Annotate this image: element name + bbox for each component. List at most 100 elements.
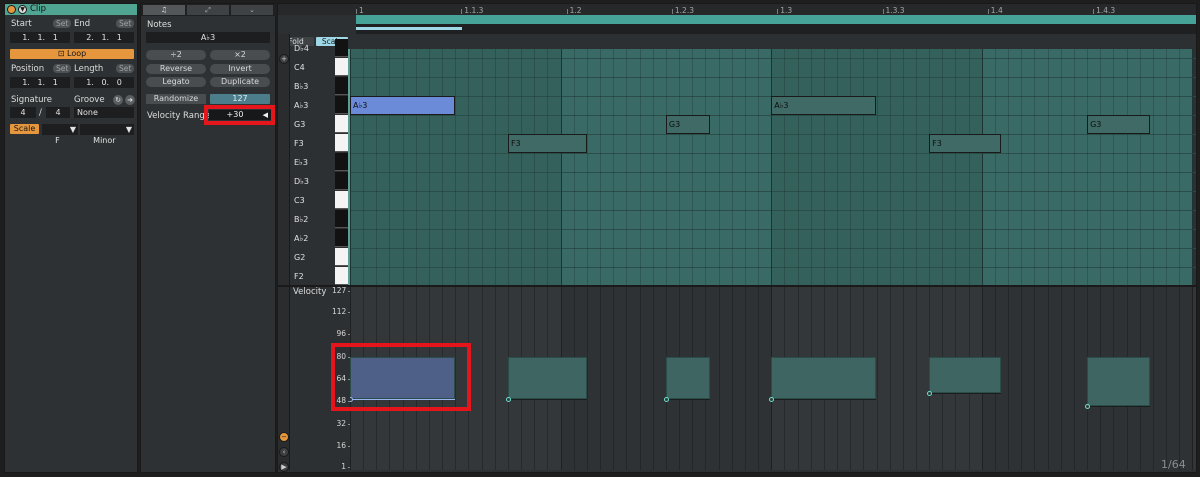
groove-hot-swap-icon[interactable]: ↻ — [113, 95, 123, 105]
velocity-lane[interactable] — [350, 287, 1196, 470]
invert-button[interactable]: Invert — [210, 64, 270, 74]
piano-key[interactable] — [335, 191, 348, 209]
piano-key[interactable] — [335, 58, 348, 76]
duplicate-button[interactable]: Duplicate — [210, 77, 270, 87]
grid-line — [1034, 49, 1036, 285]
midi-note[interactable]: F3 — [929, 134, 1001, 153]
grid-line — [731, 49, 733, 285]
notes-panel: ♫ ⤢ ⌄ Notes A♭3 ÷2 ×2 Reverse Invert Leg… — [140, 3, 277, 473]
piano-key[interactable] — [335, 172, 348, 190]
end-set-button[interactable]: Set — [116, 19, 135, 28]
note-grid[interactable]: A♭3 F3 G3 A♭3 F3 G3 — [350, 49, 1196, 285]
velocity-range-bar[interactable] — [1087, 356, 1151, 406]
scale-toggle[interactable]: Scale — [10, 124, 39, 134]
tab-notes[interactable]: ♫ — [143, 5, 185, 15]
velocity-handle[interactable] — [769, 396, 775, 402]
double-duration-button[interactable]: ×2 — [210, 50, 270, 60]
back-icon[interactable]: ‹ — [279, 447, 289, 457]
clip-activator-icon[interactable] — [7, 5, 16, 14]
pitch-field[interactable]: A♭3 — [146, 32, 270, 43]
piano-key[interactable] — [335, 153, 348, 171]
velocity-lane-label: Velocity — [293, 287, 327, 297]
piano-key[interactable] — [335, 267, 348, 285]
grid-line — [402, 49, 404, 285]
groove-commit-icon[interactable]: ➜ — [125, 95, 135, 105]
ruler-tick-label: 1.4 — [990, 6, 1003, 15]
grid-line — [771, 49, 773, 285]
scale-mode-dropdown[interactable]: Minor ▼ — [80, 124, 134, 145]
grid-line — [1152, 287, 1154, 470]
loop-icon: ⊡ — [57, 49, 68, 58]
row-line — [350, 248, 1196, 249]
minus-icon[interactable]: − — [279, 432, 289, 442]
preview-icon[interactable]: + — [279, 54, 289, 64]
scale-root-dropdown[interactable]: F ▼ — [42, 124, 78, 145]
velocity-range-bar[interactable] — [929, 356, 1001, 393]
velocity-line — [929, 392, 1001, 394]
length-set-button[interactable]: Set — [116, 64, 135, 73]
reverse-button[interactable]: Reverse — [146, 64, 206, 74]
grid-line — [744, 287, 746, 470]
randomize-amount-field[interactable]: 127 — [210, 94, 270, 104]
row-line — [350, 77, 1196, 78]
grid-line — [837, 49, 838, 285]
grid-line — [1100, 49, 1102, 285]
piano-key-label: G2 — [294, 253, 306, 262]
start-set-button[interactable]: Set — [53, 19, 72, 28]
length-field[interactable]: 1. 0. 0 — [74, 77, 134, 88]
half-duration-button[interactable]: ÷2 — [146, 50, 206, 60]
midi-note[interactable]: F3 — [507, 134, 587, 153]
velocity-range-bar[interactable] — [771, 356, 877, 399]
ruler-tick — [356, 9, 357, 14]
end-field[interactable]: 2. 1. 1 — [74, 32, 134, 43]
velocity-range-bar[interactable] — [665, 356, 711, 399]
grid-line — [1179, 287, 1181, 470]
clip-collapse-icon[interactable]: ▼ — [18, 5, 27, 14]
signature-label: Signature — [11, 95, 53, 105]
grid-line — [613, 49, 615, 285]
tab-envelopes[interactable]: ⤢ — [187, 5, 229, 15]
grid-line — [929, 49, 931, 285]
position-field[interactable]: 1. 1. 1 — [10, 77, 70, 88]
signature-denominator[interactable]: 4 — [46, 107, 70, 118]
piano-key[interactable] — [335, 77, 348, 95]
ruler-tick — [987, 9, 989, 14]
ruler[interactable]: 1 1.1.3 1.2 1.2.3 1.3 1.3.3 1.4 1.4.3 — [278, 4, 1196, 15]
loop-brace[interactable] — [356, 15, 1196, 24]
piano-key[interactable] — [335, 210, 348, 228]
grid-line — [521, 49, 523, 285]
velocity-handle[interactable] — [505, 396, 511, 402]
grid-line — [389, 49, 391, 285]
loop-button[interactable]: ⊡ Loop — [10, 49, 134, 59]
play-icon[interactable]: ▶ — [279, 462, 289, 472]
piano-key[interactable] — [335, 134, 348, 152]
piano-key[interactable] — [335, 229, 348, 247]
grid-line — [586, 49, 588, 285]
midi-note[interactable]: A♭3 — [350, 96, 456, 115]
grid-line — [573, 49, 575, 285]
midi-note[interactable]: G3 — [1087, 115, 1151, 134]
grid-line — [705, 49, 707, 285]
piano-key[interactable] — [335, 115, 348, 133]
velocity-range-bar[interactable] — [507, 356, 587, 399]
randomize-button[interactable]: Randomize — [146, 94, 206, 104]
piano-key[interactable] — [335, 248, 348, 266]
start-field[interactable]: 1. 1. 1 — [10, 32, 70, 43]
signature-numerator[interactable]: 4 — [10, 107, 36, 118]
midi-note[interactable]: A♭3 — [771, 96, 877, 115]
grid-line — [784, 49, 786, 285]
grid-line — [600, 49, 602, 285]
notes-tabbar: ♫ ⤢ ⌄ — [141, 4, 277, 16]
legato-button[interactable]: Legato — [146, 77, 206, 87]
grid-line — [758, 49, 760, 285]
tab-expression[interactable]: ⌄ — [231, 5, 273, 15]
velocity-handle[interactable] — [663, 396, 669, 402]
grid-line — [652, 287, 654, 470]
midi-note[interactable]: G3 — [665, 115, 711, 134]
scale-mode-value: Minor — [93, 136, 116, 145]
velocity-handle[interactable] — [1085, 403, 1091, 409]
position-set-button[interactable]: Set — [53, 64, 72, 73]
piano-key[interactable] — [335, 39, 348, 57]
groove-selector[interactable]: None — [74, 107, 134, 118]
piano-key[interactable] — [335, 96, 348, 114]
